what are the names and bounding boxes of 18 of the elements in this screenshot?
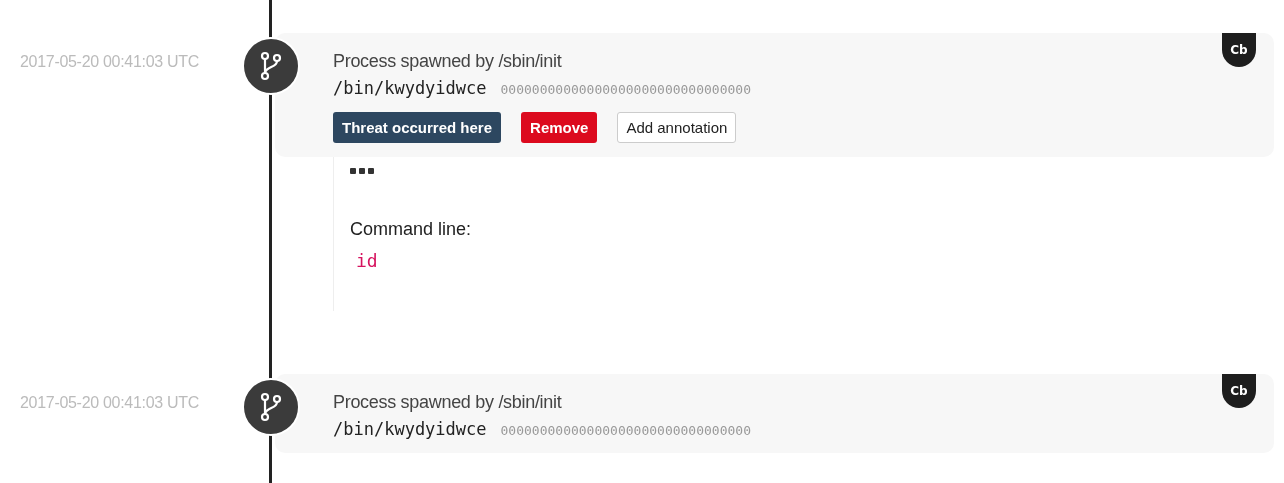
- category-badge: Cb: [1222, 374, 1256, 408]
- ellipsis-icon[interactable]: [350, 167, 374, 175]
- event-title: Process spawned by /sbin/init: [333, 51, 563, 72]
- branch-icon: [260, 51, 282, 81]
- process-path: /bin/kwydyidwce: [333, 419, 487, 439]
- threat-button[interactable]: Threat occurred here: [333, 112, 502, 143]
- process-path: /bin/kwydyidwce: [333, 78, 487, 98]
- remove-button[interactable]: Remove: [521, 112, 598, 143]
- process-hash: 00000000000000000000000000000000: [500, 423, 751, 438]
- category-badge: Cb: [1222, 33, 1256, 67]
- command-value: id: [355, 250, 379, 271]
- event-title: Process spawned by /sbin/init: [333, 392, 563, 413]
- branch-icon: [260, 392, 282, 422]
- timestamp: 2017-05-20 00:41:03 UTC: [19, 52, 200, 72]
- process-hash: 00000000000000000000000000000000: [500, 82, 751, 97]
- annotation-button[interactable]: Add annotation: [617, 112, 737, 143]
- command-line-label: Command line:: [350, 219, 473, 240]
- timestamp: 2017-05-20 00:41:03 UTC: [19, 393, 200, 413]
